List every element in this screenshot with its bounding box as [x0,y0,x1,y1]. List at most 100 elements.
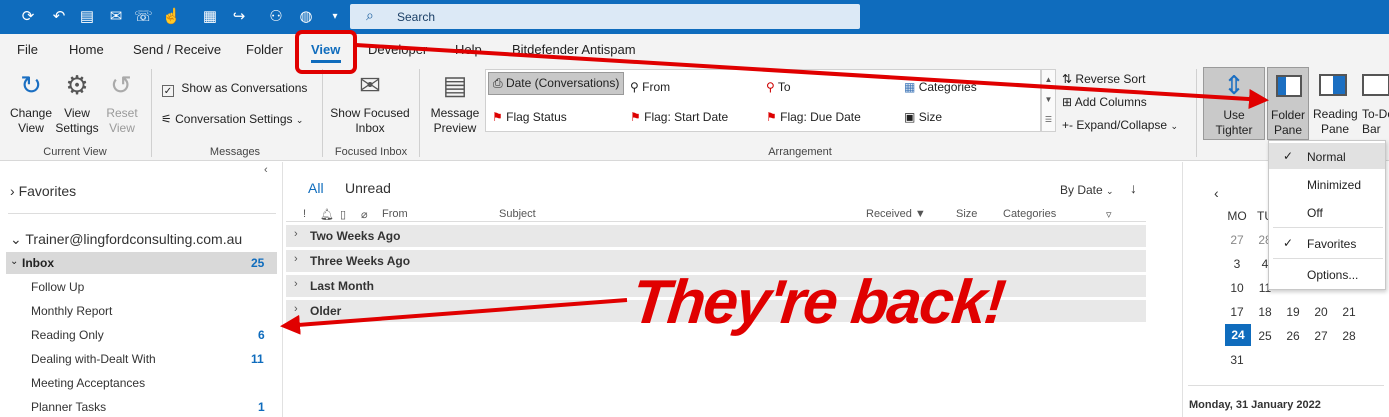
column-filter-icon[interactable]: ▿ [1106,208,1112,221]
column-subject[interactable]: Subject [499,208,536,220]
collapse-pane-icon[interactable]: ‹ [264,164,268,176]
tab-help[interactable]: Help [455,42,482,57]
show-focused-inbox-button[interactable]: Show Focused Inbox [328,106,412,136]
active-tab-indicator [311,60,341,63]
clipboard-icon[interactable]: ▤ [78,9,96,25]
calendar-day[interactable]: 3 [1226,257,1248,271]
calendar-day[interactable]: 27 [1226,233,1248,247]
message-preview-button[interactable]: Message Preview [426,106,484,136]
arrange-flag-start-date[interactable]: ⚑ Flag: Start Date [630,110,728,124]
gallery-more-icon[interactable]: ☰ [1042,110,1055,130]
arrange-date-conversations[interactable]: ⎙ Date (Conversations) [488,72,625,95]
mail-icon[interactable]: ✉ [107,9,125,25]
arrange-flag-status[interactable]: ⚑ Flag Status [492,110,567,124]
scroll-up-icon[interactable]: ▲ [1042,70,1055,90]
sort-direction-icon[interactable]: ↓ [1130,180,1137,196]
tab-file[interactable]: File [17,42,38,57]
folder-pane-button[interactable]: Folder Pane [1267,67,1309,140]
inbox-folder[interactable]: ⌄ Inbox 25 [6,252,277,274]
tab-folder[interactable]: Folder [246,42,283,57]
expand-collapse-button[interactable]: +- Expand/Collapse ⌄ [1062,118,1178,132]
column-size[interactable]: Size [956,208,977,220]
scroll-down-icon[interactable]: ▼ [1042,90,1055,110]
search-box[interactable]: ⌕ Search [350,4,860,29]
arrange-date-label: Date (Conversations) [505,76,620,90]
calendar-prev-icon[interactable]: ‹ [1214,185,1219,201]
reset-view-button[interactable]: Reset View [102,106,142,136]
calendar-day[interactable]: 20 [1310,305,1332,319]
menu-item-minimized[interactable]: Minimized [1269,171,1385,197]
conversation-settings-button[interactable]: ⚟ Conversation Settings ⌄ [161,112,303,126]
filter-unread[interactable]: Unread [345,180,391,196]
menu-item-options[interactable]: Options... [1269,261,1385,287]
calendar-day[interactable]: 26 [1282,329,1304,343]
calendar-day[interactable]: 18 [1254,305,1276,319]
add-columns-button[interactable]: ⊞ Add Columns [1062,95,1147,109]
arrange-flag-due-date[interactable]: ⚑ Flag: Due Date [766,110,861,124]
undo-icon[interactable]: ↶ [50,9,68,25]
calendar-day[interactable]: 28 [1338,329,1360,343]
add-columns-icon: ⊞ [1062,95,1073,109]
menu-item-off[interactable]: Off [1269,199,1385,225]
sync-icon[interactable]: ⟳ [19,9,37,25]
tab-home[interactable]: Home [69,42,104,57]
people-icon[interactable]: ⚇ [267,9,285,25]
todo-bar-button[interactable]: To-Do Bar [1358,67,1389,140]
customize-qat-icon[interactable]: ▾ [326,9,344,25]
folder-monthly-report[interactable]: Monthly Report [31,304,112,318]
favorites-label: Favorites [18,183,77,199]
tab-bitdefender-antispam[interactable]: Bitdefender Antispam [512,42,636,57]
column-importance-icon[interactable]: ! [303,208,306,220]
menu-item-label: Normal [1307,150,1346,164]
calendar-day[interactable]: 17 [1226,305,1248,319]
reading-pane-button[interactable]: Reading Pane [1313,67,1357,140]
folder-meeting-acceptances[interactable]: Meeting Acceptances [31,376,145,390]
folder-dealing-with[interactable]: Dealing with-Dealt With [31,352,156,366]
calendar-divider [1188,385,1384,386]
arrange-to-icon: ⚲ [766,80,775,94]
calendar-day-today[interactable]: 24 [1225,324,1251,346]
show-as-conversations-checkbox[interactable]: ✓ Show as Conversations [162,81,307,97]
column-from[interactable]: From [382,208,408,220]
folder-reading-only[interactable]: Reading Only [31,328,104,342]
reply-icon[interactable]: ↪ [230,9,248,25]
filter-all[interactable]: All [308,180,324,196]
column-reminder-icon[interactable]: 🔔︎ [320,208,334,221]
tab-developer[interactable]: Developer [368,42,427,57]
tab-send-receive[interactable]: Send / Receive [133,42,221,57]
folder-planner-tasks[interactable]: Planner Tasks [31,400,106,414]
column-received[interactable]: Received ▼ [866,208,926,220]
calendar-day[interactable]: 31 [1226,353,1248,367]
change-view-button[interactable]: Change View [4,106,58,136]
arrange-flag-start-label: Flag: Start Date [644,110,729,124]
globe-icon[interactable]: ◍ [297,9,315,25]
calendar-day[interactable]: 25 [1254,329,1276,343]
touch-icon[interactable]: ☝ [162,9,181,25]
arrange-from[interactable]: ⚲ From [630,80,670,94]
calendar-day[interactable]: 27 [1310,329,1332,343]
arrange-categories[interactable]: ▦ Categories [904,80,977,94]
folder-follow-up[interactable]: Follow Up [31,280,84,294]
column-icon-icon[interactable]: ▯ [340,208,346,221]
favorites-header[interactable]: › Favorites [10,183,76,199]
arrange-size[interactable]: ▣ Size [904,110,942,124]
spacing-button[interactable]: ⇕ Use Tighter Spacing [1203,67,1265,140]
calendar-day[interactable]: 19 [1282,305,1304,319]
account-header[interactable]: ⌄ Trainer@lingfordconsulting.com.au [10,231,242,248]
group-header[interactable]: › Two Weeks Ago [286,225,1146,247]
arrange-to[interactable]: ⚲ To [766,80,791,94]
calendar-day[interactable]: 21 [1338,305,1360,319]
calendar-icon[interactable]: ▦ [201,9,219,25]
tab-view[interactable]: View [311,42,340,57]
group-label: Two Weeks Ago [310,229,401,243]
menu-item-normal[interactable]: ✓ Normal [1269,143,1385,169]
sort-by-dropdown[interactable]: By Date ⌄ [1060,183,1114,197]
gallery-scrollbar[interactable]: ▲ ▼ ☰ [1041,69,1056,132]
calendar-day[interactable]: 10 [1226,281,1248,295]
phone-icon[interactable]: ☏ [134,9,153,25]
reverse-sort-button[interactable]: ⇅ Reverse Sort [1062,72,1145,86]
view-settings-button[interactable]: View Settings [54,106,100,136]
menu-item-favorites[interactable]: ✓ Favorites [1269,230,1385,256]
column-categories[interactable]: Categories [1003,208,1056,220]
column-attachment-icon[interactable]: ⌀ [361,208,368,221]
